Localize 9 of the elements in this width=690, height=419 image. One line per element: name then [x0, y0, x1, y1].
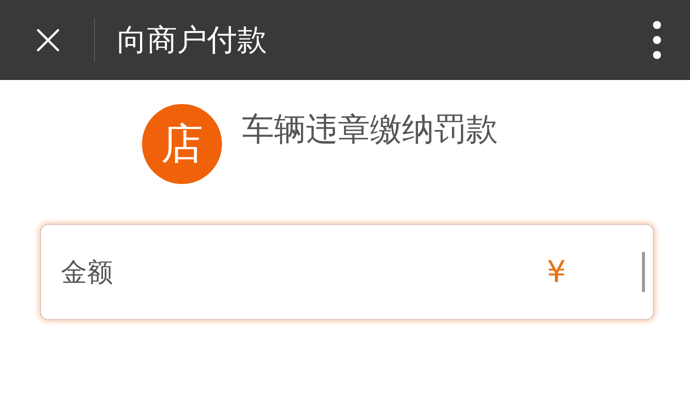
amount-label: 金额 [61, 256, 114, 290]
merchant-name: 车辆违章缴纳罚款 [242, 109, 498, 150]
currency-symbol: ¥ [546, 254, 566, 290]
more-menu-icon[interactable] [652, 20, 662, 60]
close-button[interactable]: × [28, 18, 68, 62]
text-cursor [642, 252, 645, 292]
shop-avatar: 店 [142, 104, 222, 184]
window-title: 向商户付款 [117, 22, 268, 60]
amount-field[interactable]: 金额 ¥ [40, 224, 654, 320]
